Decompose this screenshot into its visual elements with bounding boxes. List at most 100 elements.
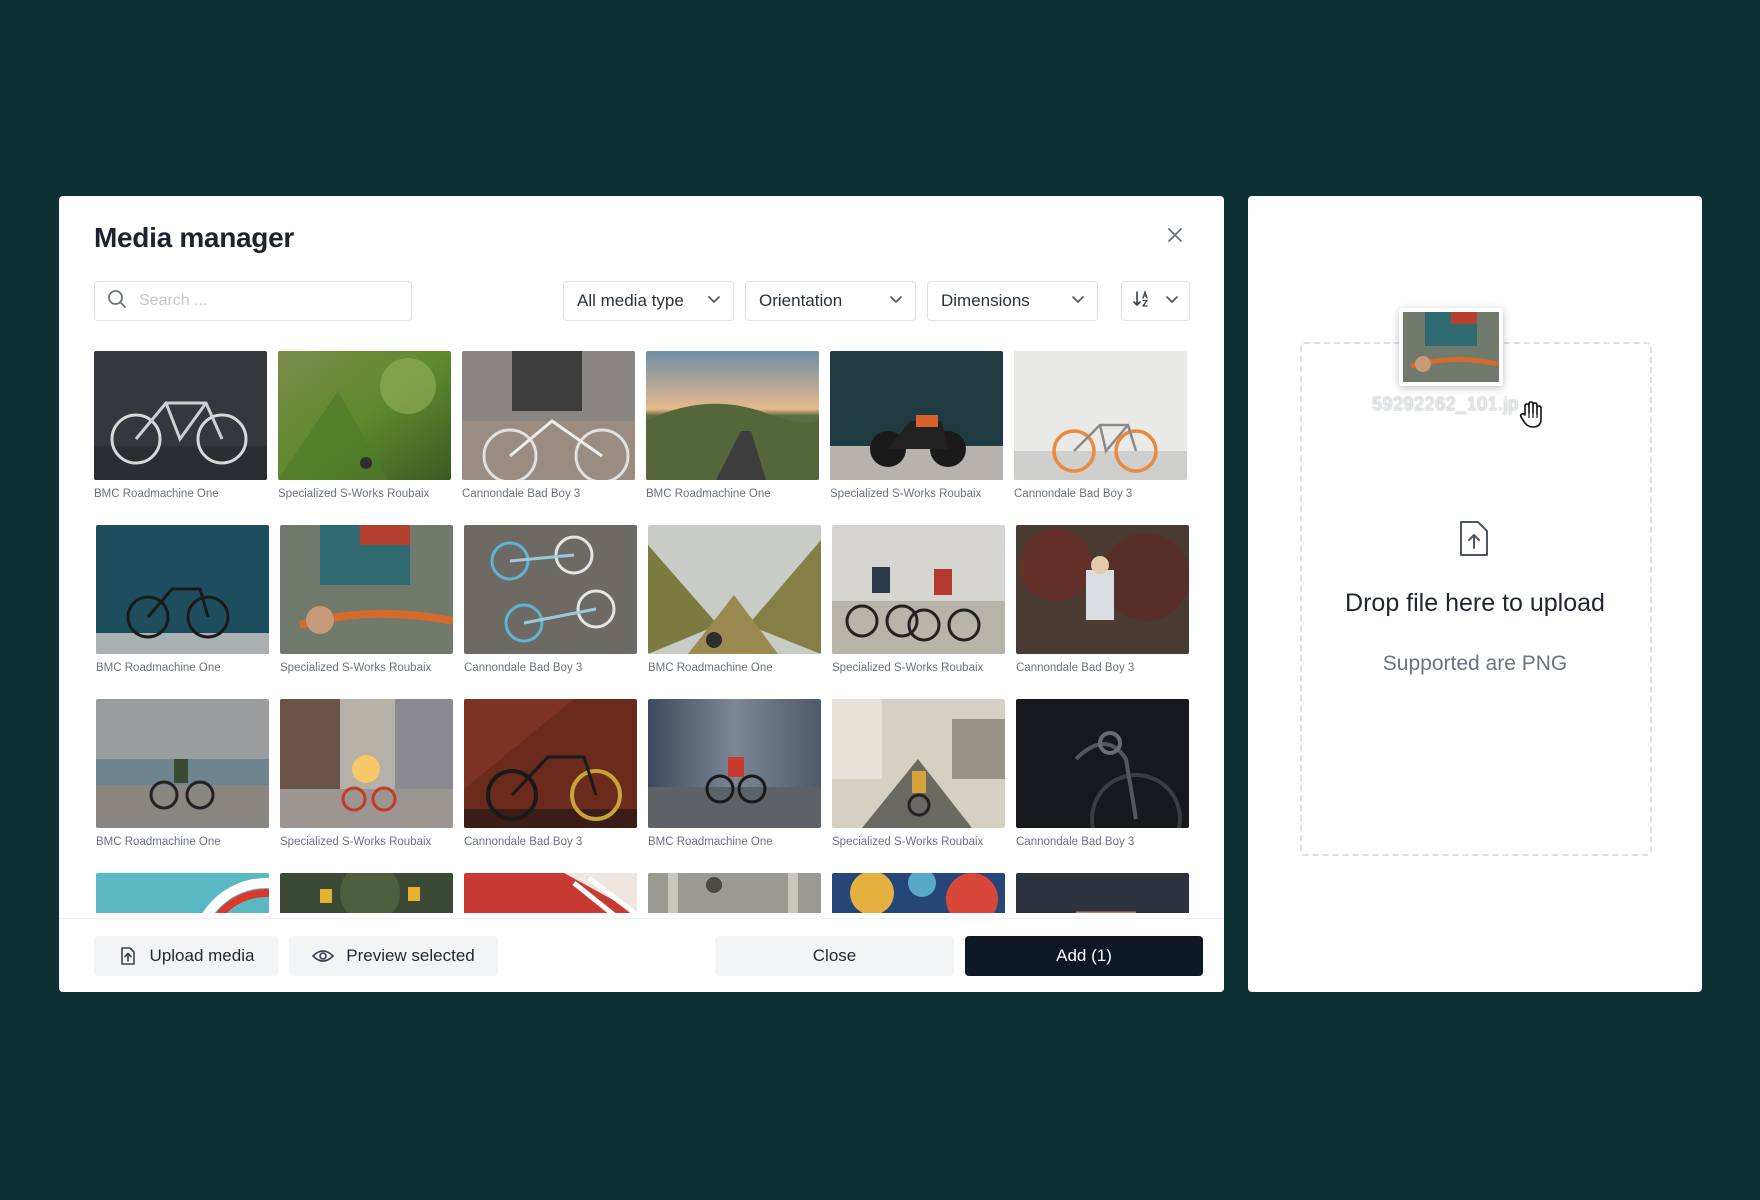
media-card[interactable]: Cannondale Bad Boy 3 (464, 525, 637, 674)
media-caption: BMC Roadmachine One (96, 662, 221, 674)
media-card[interactable]: BMC Roadmachine One (94, 351, 267, 500)
upload-media-label: Upload media (149, 946, 255, 965)
media-thumbnail[interactable] (96, 873, 269, 913)
media-caption: BMC Roadmachine One (648, 836, 773, 848)
media-caption: Specialized S-Works Roubaix (278, 488, 430, 500)
media-thumbnail[interactable] (1014, 351, 1187, 480)
media-thumbnail[interactable] (648, 699, 821, 828)
media-thumbnail[interactable] (464, 699, 637, 828)
add-button[interactable]: Add (1) (965, 936, 1203, 976)
media-thumbnail[interactable] (464, 525, 637, 654)
chevron-down-icon (707, 291, 721, 311)
media-thumbnail[interactable] (832, 699, 1005, 828)
media-card[interactable]: BMC Roadmachine One (646, 351, 819, 500)
media-card[interactable]: Specialized S-Works Roubaix (832, 525, 1005, 674)
media-thumbnail[interactable] (280, 525, 453, 654)
modal-title: Media manager (94, 222, 294, 253)
media-card[interactable] (648, 873, 821, 913)
media-caption: Cannondale Bad Boy 3 (464, 836, 583, 848)
sort-az-icon (1132, 289, 1152, 314)
media-caption: BMC Roadmachine One (646, 488, 771, 500)
media-caption: BMC Roadmachine One (96, 836, 221, 848)
media-thumbnail[interactable] (830, 351, 1003, 480)
orientation-select[interactable]: Orientation (745, 281, 916, 321)
preview-selected-label: Preview selected (346, 946, 475, 965)
media-card[interactable]: Cannondale Bad Boy 3 (1014, 351, 1187, 500)
media-caption: Specialized S-Works Roubaix (830, 488, 982, 500)
media-card[interactable]: BMC Roadmachine One (96, 525, 269, 674)
media-card[interactable]: Specialized S-Works Roubaix (280, 525, 453, 674)
media-card[interactable] (96, 873, 269, 913)
media-type-select[interactable]: All media type (563, 281, 734, 321)
media-card[interactable]: Cannondale Bad Boy 3 (1016, 699, 1189, 848)
media-card[interactable]: Cannondale Bad Boy 3 (1016, 525, 1189, 674)
media-caption: Specialized S-Works Roubaix (280, 836, 432, 848)
chevron-down-icon (1165, 291, 1179, 311)
media-thumbnail[interactable] (280, 873, 453, 913)
chevron-down-icon (1071, 291, 1085, 311)
media-card[interactable]: BMC Roadmachine One (96, 699, 269, 848)
media-card[interactable]: Specialized S-Works Roubaix (830, 351, 1003, 500)
search-input[interactable] (137, 291, 391, 311)
sort-select[interactable] (1121, 281, 1190, 321)
dimensions-label: Dimensions (941, 291, 1030, 310)
media-thumbnail[interactable] (1016, 525, 1189, 654)
search-field[interactable] (94, 281, 412, 321)
media-thumbnail[interactable] (278, 351, 451, 480)
preview-selected-button[interactable]: Preview selected (289, 936, 498, 976)
media-thumbnail[interactable] (280, 699, 453, 828)
media-thumbnail[interactable] (648, 873, 821, 913)
media-card[interactable] (280, 873, 453, 913)
close-button[interactable]: Close (715, 936, 954, 976)
file-upload-icon (118, 946, 138, 966)
media-card[interactable] (1016, 873, 1189, 913)
media-thumbnail[interactable] (1016, 873, 1189, 913)
dragged-file-name: 59292262_101.jp (1372, 394, 1519, 414)
media-grid: BMC Roadmachine One Specialized S-Works … (94, 351, 1194, 913)
upload-media-button[interactable]: Upload media (94, 936, 278, 976)
media-caption: Specialized S-Works Roubaix (832, 836, 984, 848)
modal-footer: Upload media Preview selected Close Add … (59, 918, 1224, 992)
media-caption: Specialized S-Works Roubaix (280, 662, 432, 674)
media-thumbnail[interactable] (646, 351, 819, 480)
media-caption: Cannondale Bad Boy 3 (1016, 662, 1135, 674)
media-thumbnail[interactable] (832, 525, 1005, 654)
media-manager-modal: Media manager All media type Orientation… (59, 196, 1224, 992)
media-card[interactable]: Specialized S-Works Roubaix (280, 699, 453, 848)
media-thumbnail[interactable] (832, 873, 1005, 913)
media-thumbnail[interactable] (648, 525, 821, 654)
chevron-down-icon (889, 291, 903, 311)
media-card[interactable] (832, 873, 1005, 913)
media-caption: Cannondale Bad Boy 3 (462, 488, 581, 500)
media-type-label: All media type (577, 291, 684, 310)
dimensions-select[interactable]: Dimensions (927, 281, 1098, 321)
dragged-file-thumbnail[interactable] (1399, 308, 1503, 386)
media-card[interactable]: Specialized S-Works Roubaix (278, 351, 451, 500)
file-upload-icon (1458, 520, 1490, 563)
orientation-label: Orientation (759, 291, 843, 310)
media-thumbnail[interactable] (1016, 699, 1189, 828)
drop-title: Drop file here to upload (1345, 589, 1605, 617)
eye-icon (312, 948, 335, 964)
media-card[interactable]: Cannondale Bad Boy 3 (462, 351, 635, 500)
media-thumbnail[interactable] (462, 351, 635, 480)
media-card[interactable]: Specialized S-Works Roubaix (832, 699, 1005, 848)
media-caption: BMC Roadmachine One (94, 488, 219, 500)
media-caption: Cannondale Bad Boy 3 (464, 662, 583, 674)
media-thumbnail[interactable] (96, 699, 269, 828)
media-caption: Cannondale Bad Boy 3 (1014, 488, 1133, 500)
media-thumbnail[interactable] (96, 525, 269, 654)
media-card[interactable]: BMC Roadmachine One (648, 699, 821, 848)
media-thumbnail[interactable] (464, 873, 637, 913)
drop-subtitle: Supported are PNG (1382, 652, 1568, 675)
grab-hand-cursor-icon (1518, 400, 1546, 435)
media-thumbnail[interactable] (94, 351, 267, 480)
media-caption: Specialized S-Works Roubaix (832, 662, 984, 674)
media-card[interactable]: BMC Roadmachine One (648, 525, 821, 674)
media-caption: BMC Roadmachine One (648, 662, 773, 674)
upload-panel: Drop file here to upload Supported are P… (1248, 196, 1702, 992)
media-card[interactable]: Cannondale Bad Boy 3 (464, 699, 637, 848)
media-card[interactable] (464, 873, 637, 913)
media-caption: Cannondale Bad Boy 3 (1016, 836, 1135, 848)
close-icon[interactable] (1162, 222, 1188, 248)
